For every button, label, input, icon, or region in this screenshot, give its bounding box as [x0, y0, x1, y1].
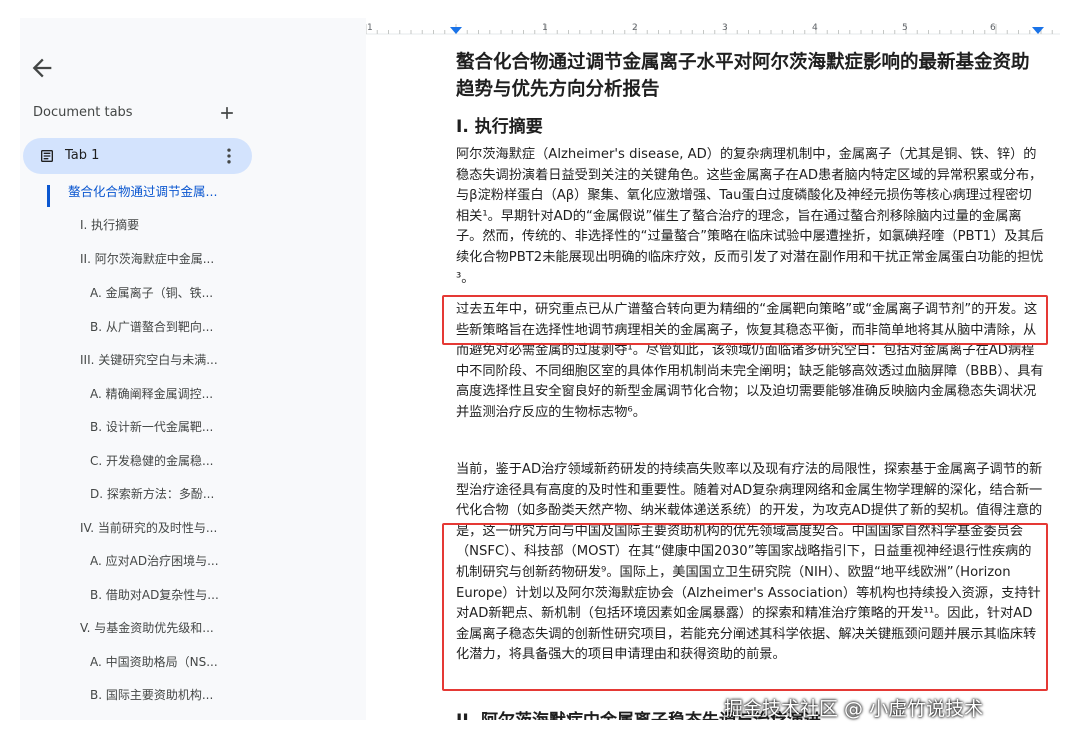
ruler-number: 6 [990, 23, 996, 33]
more-options-icon[interactable] [219, 146, 239, 166]
document-tabs-title: Document tabs [33, 105, 133, 120]
outline-item-title[interactable]: 螯合化合物通过调节金属... [68, 180, 217, 204]
paragraph-1[interactable]: 阿尔茨海默症（Alzheimer's disease, AD）的复杂病理机制中，… [456, 145, 1044, 289]
outline-item[interactable]: II. 阿尔茨海默症中金属... [80, 247, 214, 271]
document-page[interactable]: 螯合化合物通过调节金属离子水平对阿尔茨海默症影响的最新基金资助趋势与优先方向分析… [366, 40, 1060, 720]
docs-app: Document tabs Tab 1 螯合化合物通过调节金属... I. 执行… [0, 0, 1080, 744]
add-tab-icon[interactable] [217, 103, 237, 123]
back-arrow-icon[interactable] [28, 54, 56, 82]
outline-item[interactable]: D. 探索新方法：多酚... [90, 482, 214, 506]
tab-1-label: Tab 1 [65, 148, 100, 163]
outline-item[interactable]: B. 国际主要资助机构... [90, 683, 213, 707]
horizontal-ruler[interactable]: 1 1 2 3 4 5 6 [366, 18, 1060, 41]
tab-1[interactable]: Tab 1 [23, 138, 252, 174]
ruler-number: 2 [632, 23, 638, 33]
highlight-box [442, 523, 1048, 691]
outline-item[interactable]: V. 与基金资助优先级和... [80, 616, 214, 640]
outline-item[interactable]: C. 开发稳健的金属稳... [90, 449, 213, 473]
outline-item[interactable]: B. 借助对AD复杂性与... [90, 583, 219, 607]
document-icon [41, 150, 53, 162]
heading-executive-summary[interactable]: I. 执行摘要 [456, 112, 543, 137]
outline-item[interactable]: B. 从广谱螯合到靶向... [90, 315, 213, 339]
ruler-number: 1 [367, 23, 373, 33]
highlight-box [442, 295, 1048, 345]
active-heading-indicator [47, 185, 50, 207]
right-indent-marker-icon [1032, 27, 1044, 34]
ruler-number: 1 [542, 23, 548, 33]
outline-item[interactable]: A. 金属离子（铜、铁... [90, 281, 213, 305]
ruler-number: 4 [812, 23, 818, 33]
outline-item[interactable]: A. 应对AD治疗困境与... [90, 549, 219, 573]
document-title[interactable]: 螯合化合物通过调节金属离子水平对阿尔茨海默症影响的最新基金资助趋势与优先方向分析… [456, 49, 1046, 103]
document-outline-sidebar: Document tabs Tab 1 螯合化合物通过调节金属... I. 执行… [20, 18, 367, 720]
outline-item[interactable]: A. 精确阐释金属调控... [90, 382, 213, 406]
outline-item[interactable]: III. 关键研究空白与未满... [80, 348, 218, 372]
ruler-number: 5 [902, 23, 908, 33]
outline-item[interactable]: B. 设计新一代金属靶... [90, 415, 213, 439]
outline-item[interactable]: A. 中国资助格局（NS... [90, 650, 218, 674]
ruler-number: 3 [722, 23, 728, 33]
outline-item[interactable]: I. 执行摘要 [80, 213, 139, 237]
left-indent-marker-icon [450, 27, 462, 34]
watermark-text: 掘金技术社区 @ 小虚竹说技术 [724, 698, 984, 720]
outline-item[interactable]: IV. 当前研究的及时性与... [80, 516, 217, 540]
